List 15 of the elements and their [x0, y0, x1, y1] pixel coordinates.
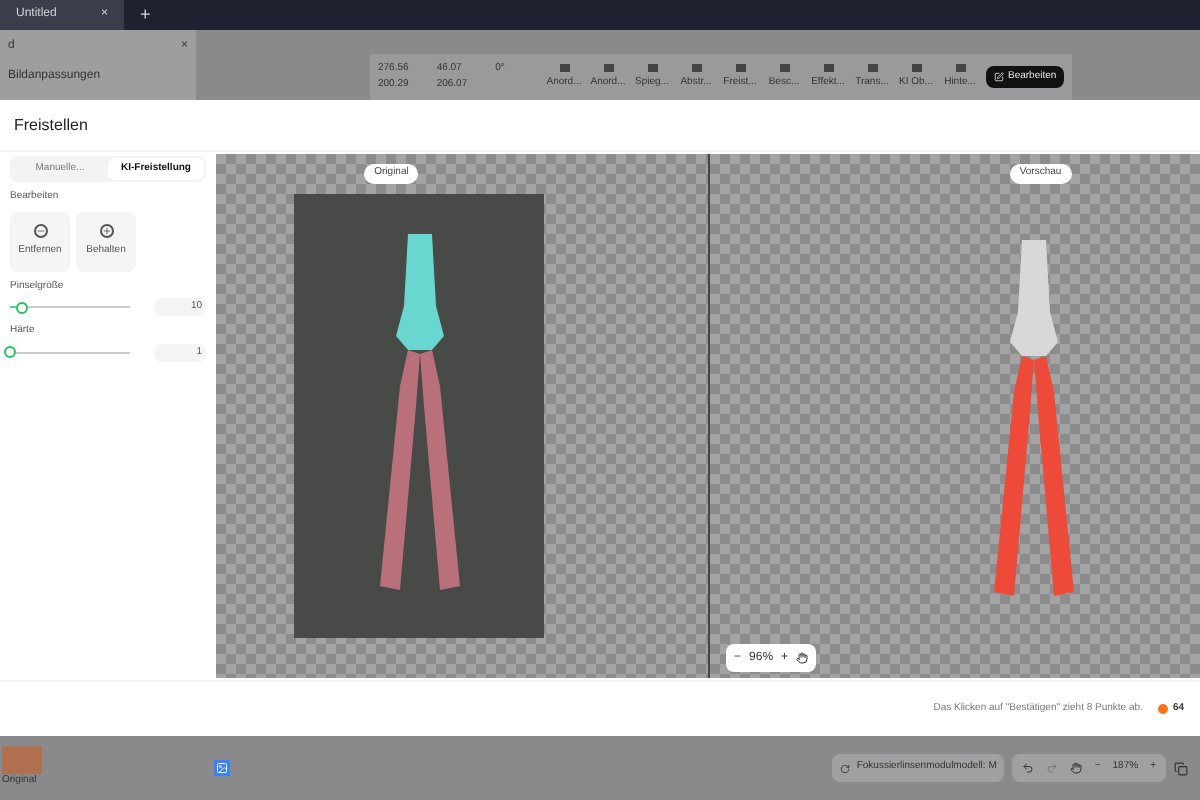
dialog-title: Freistellen [14, 113, 88, 137]
slider-thumb[interactable] [16, 301, 28, 313]
image-icon[interactable] [214, 760, 230, 776]
new-tab-button[interactable]: + [124, 1, 167, 29]
image-thumbnail[interactable] [2, 746, 42, 775]
slider-thumb[interactable] [4, 346, 16, 358]
copy-icon[interactable] [1174, 761, 1188, 775]
hand-icon[interactable] [796, 652, 809, 664]
hand-icon[interactable] [1070, 762, 1083, 774]
undo-icon[interactable] [1022, 762, 1035, 774]
redo-icon[interactable] [1046, 762, 1059, 774]
refresh-icon [840, 763, 851, 773]
plus-circle-icon [99, 223, 113, 238]
edit-icon [994, 72, 1004, 82]
coin-icon [1158, 704, 1169, 714]
